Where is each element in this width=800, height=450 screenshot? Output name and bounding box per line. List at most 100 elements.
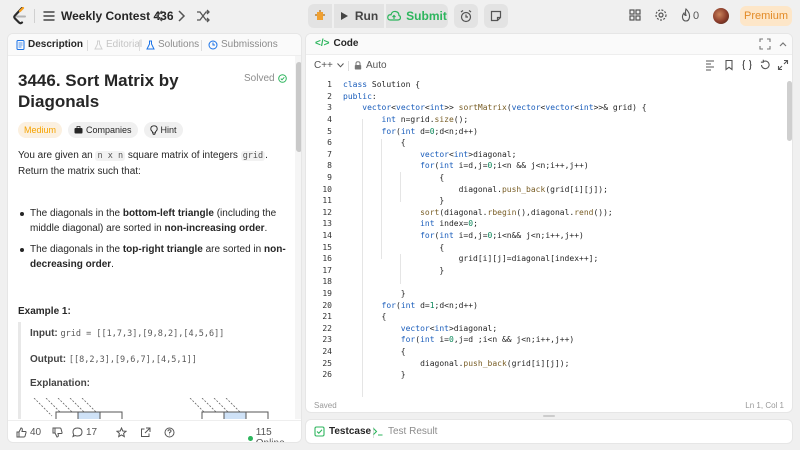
code-text: int n=grid.size(); <box>381 115 469 125</box>
code-line[interactable]: 12 sort(diagonal.rbegin(),diagonal.rend(… <box>306 207 792 219</box>
code-line[interactable]: 8 for(int i=d,j=0;i<n && j<n;i++,j++) <box>306 160 792 172</box>
code-line[interactable]: 3 vector<vector<int>> sortMatrix(vector<… <box>306 102 792 114</box>
code-line[interactable]: 7 vector<int>diagonal; <box>306 149 792 161</box>
example-grid-before: 1 7 3 <box>33 398 123 419</box>
problem-scrollbar[interactable] <box>295 56 301 419</box>
debug-button[interactable] <box>308 4 332 28</box>
format-icon[interactable] <box>704 59 716 71</box>
code-line[interactable]: 1 class Solution { <box>306 79 792 91</box>
code-line[interactable]: 5 for(int d=0;d<n;d++) <box>306 125 792 137</box>
user-avatar[interactable] <box>713 8 729 24</box>
code-line[interactable]: 24 { <box>306 346 792 358</box>
code-line[interactable]: 22 vector<int>diagonal; <box>306 323 792 335</box>
favorite-button[interactable] <box>116 427 127 438</box>
line-number: 23 <box>322 335 332 345</box>
problem-panel: Description Editorial Solutions Submissi… <box>7 33 302 443</box>
layout-icon[interactable] <box>628 8 642 25</box>
tab-editorial[interactable]: Editorial <box>94 39 142 50</box>
timer-button[interactable] <box>454 4 478 28</box>
thumbs-down-icon <box>52 427 63 438</box>
code-line[interactable]: 2 public: <box>306 91 792 103</box>
line-number: 16 <box>322 254 332 264</box>
problem-title: 3446. Sort Matrix by Diagonals <box>18 71 179 111</box>
tab-test-result-label: Test Result <box>388 426 438 437</box>
fullscreen-icon[interactable] <box>759 38 771 50</box>
expand-editor-icon[interactable] <box>777 59 789 71</box>
line-number: 22 <box>322 323 332 333</box>
line-number: 7 <box>327 149 332 159</box>
desc-code: grid <box>240 151 266 161</box>
problem-list-icon[interactable] <box>42 9 56 23</box>
beaker-icon <box>146 40 155 49</box>
tab-testcase[interactable]: Testcase <box>314 426 371 437</box>
code-text: { <box>343 173 445 183</box>
comments-button[interactable]: 17 <box>72 427 97 438</box>
hint-button[interactable]: Hint <box>143 122 183 138</box>
editor-toolbar: C++ Auto <box>306 55 792 77</box>
prev-problem-icon[interactable] <box>152 8 168 24</box>
code-line[interactable]: 21 { <box>306 311 792 323</box>
help-button[interactable] <box>164 427 175 438</box>
dislike-button[interactable] <box>52 427 63 438</box>
tab-submissions[interactable]: Submissions <box>208 39 278 50</box>
terminal-icon <box>373 428 383 436</box>
editor-scrollbar-thumb[interactable] <box>787 81 792 141</box>
code-line[interactable]: 4 int n=grid.size(); <box>306 114 792 126</box>
collapse-icon[interactable] <box>777 38 789 50</box>
code-text: { <box>343 242 445 252</box>
submit-button[interactable]: Submit <box>386 4 448 28</box>
bullet-text: . <box>111 259 114 270</box>
premium-button[interactable]: Premium <box>740 6 792 26</box>
like-button[interactable]: 40 <box>16 427 41 438</box>
next-problem-icon[interactable] <box>173 8 189 24</box>
tab-test-result[interactable]: Test Result <box>372 426 437 437</box>
tab-testcase-label: Testcase <box>329 426 372 437</box>
language-select[interactable]: C++ <box>314 60 344 71</box>
code-line[interactable]: 15 { <box>306 241 792 253</box>
line-number: 3 <box>327 103 332 113</box>
bookmark-icon[interactable] <box>723 59 735 71</box>
code-line[interactable]: 16 grid[i][j]=diagonal[index++]; <box>306 253 792 265</box>
run-button[interactable]: Run <box>334 4 384 28</box>
code-line[interactable]: 14 for(int i=d,j=0;i<n&& j<n;i++,j++) <box>306 230 792 242</box>
toolbar-divider <box>348 61 349 71</box>
code-line[interactable]: 23 for(int i=0,j=d ;i<n && j<n;i++,j++) <box>306 334 792 346</box>
editor-scrollbar[interactable] <box>786 79 792 397</box>
streak-flame-icon[interactable] <box>680 7 692 25</box>
braces-icon[interactable] <box>741 59 753 71</box>
reset-icon[interactable] <box>759 59 771 71</box>
auto-mode-toggle[interactable]: Auto <box>354 60 387 71</box>
code-text: diagonal.push_back(grid[i][j]); <box>343 184 608 194</box>
tab-description[interactable]: Description <box>16 39 83 50</box>
share-button[interactable] <box>140 427 151 438</box>
code-line[interactable]: 18 <box>306 276 792 288</box>
code-line[interactable]: 26 } <box>306 369 792 381</box>
problem-content[interactable]: 3446. Sort Matrix by Diagonals Solved Me… <box>8 56 295 419</box>
code-text: vector<int>diagonal; <box>420 149 517 159</box>
code-line[interactable]: 13 int index=0; <box>306 218 792 230</box>
code-line[interactable]: 6 { <box>306 137 792 149</box>
code-line[interactable]: 19 } <box>306 288 792 300</box>
code-line[interactable]: 10 diagonal.push_back(grid[i][j]); <box>306 183 792 195</box>
code-line[interactable]: 9 { <box>306 172 792 184</box>
tab-submissions-label: Submissions <box>221 39 278 50</box>
code-line[interactable]: 17 } <box>306 265 792 277</box>
bullet-text: are sorted in <box>202 244 264 255</box>
code-line[interactable]: 11 } <box>306 195 792 207</box>
code-text: for(int i=d,j=0;i<n&& j<n;i++,j++) <box>420 231 584 241</box>
scrollbar-thumb[interactable] <box>296 62 301 152</box>
like-count: 40 <box>30 427 42 438</box>
problem-description: You are given an n x n square matrix of … <box>18 148 288 179</box>
cloud-upload-icon <box>387 10 402 21</box>
tab-solutions[interactable]: Solutions <box>146 39 199 50</box>
panel-resize-handle[interactable] <box>543 415 555 417</box>
code-editor[interactable]: 1 class Solution {2 public: 3 vector<vector… <box>306 79 792 397</box>
code-line[interactable]: 20 for(int d=1;d<n;d++) <box>306 299 792 311</box>
code-header: </> Code <box>306 34 792 55</box>
code-line[interactable]: 25 diagonal.push_back(grid[i][j]); <box>306 357 792 369</box>
companies-button[interactable]: Companies <box>68 122 138 138</box>
leetcode-logo-icon[interactable] <box>12 7 28 25</box>
settings-gear-icon[interactable] <box>654 8 668 25</box>
shuffle-icon[interactable] <box>195 8 211 24</box>
notes-button[interactable] <box>484 4 508 28</box>
